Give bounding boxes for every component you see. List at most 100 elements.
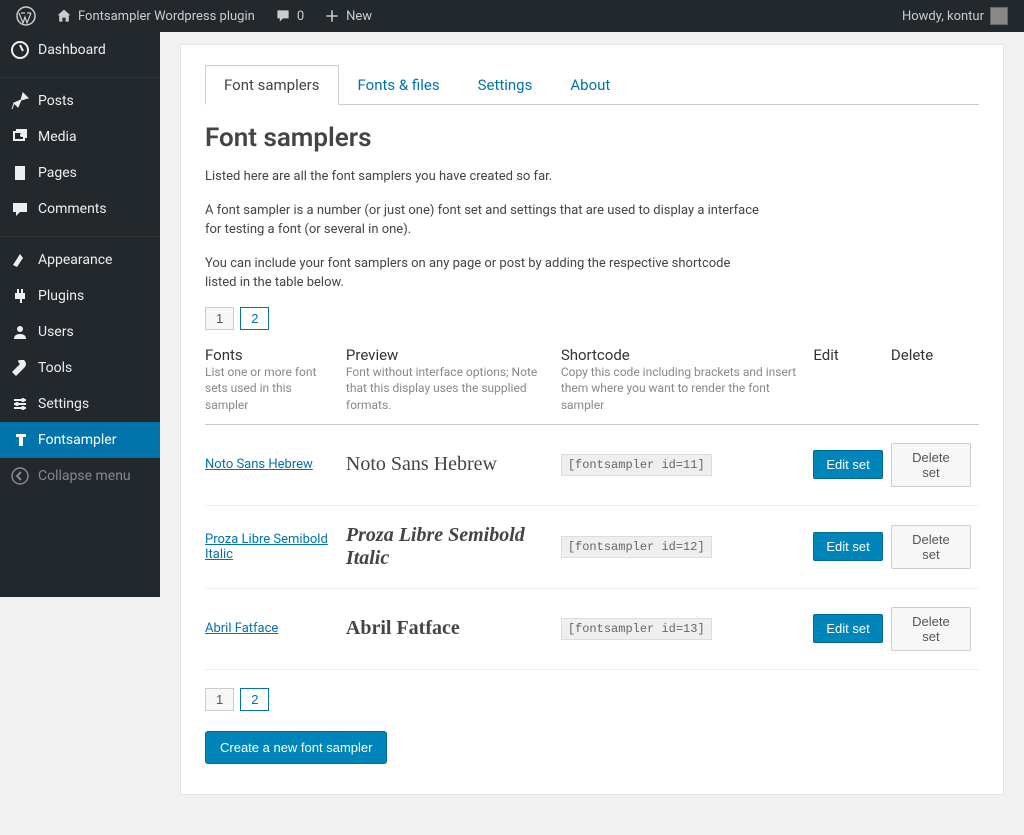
new-content-link[interactable]: New [316, 8, 380, 24]
edit-set-button[interactable]: Edit set [813, 450, 882, 479]
tab-about[interactable]: About [551, 65, 629, 105]
font-link[interactable]: Noto Sans Hebrew [205, 457, 313, 472]
table-row: Noto Sans Hebrew Noto Sans Hebrew [fonts… [205, 424, 979, 505]
sidebar-item-plugins[interactable]: Plugins [0, 278, 160, 314]
sidebar-item-pages[interactable]: Pages [0, 155, 160, 191]
pagination-bottom: 1 2 [205, 688, 979, 711]
sidebar-item-label: Settings [38, 396, 89, 412]
tab-font-samplers[interactable]: Font samplers [205, 65, 339, 105]
sidebar-item-tools[interactable]: Tools [0, 350, 160, 386]
tab-label: Settings [478, 76, 533, 94]
appearance-icon [10, 250, 30, 270]
sidebar-item-posts[interactable]: Posts [0, 83, 160, 119]
page-1-button[interactable]: 1 [205, 688, 234, 711]
table-row: Abril Fatface Abril Fatface [fontsampler… [205, 588, 979, 669]
delete-set-button[interactable]: Delete set [891, 443, 971, 487]
sidebar-separator [0, 232, 160, 237]
create-sampler-button[interactable]: Create a new font sampler [205, 731, 387, 764]
delete-set-button[interactable]: Delete set [891, 607, 971, 651]
preview-text: Noto Sans Hebrew [346, 453, 497, 475]
tab-fonts-files[interactable]: Fonts & files [339, 65, 459, 105]
comments-link[interactable]: 0 [267, 8, 312, 24]
th-title: Shortcode [561, 346, 806, 364]
media-icon [10, 127, 30, 147]
user-icon [10, 322, 30, 342]
col-header-fonts: Fonts List one or more font sets used in… [205, 340, 346, 425]
topbar-left: Fontsampler Wordpress plugin 0 New [8, 6, 380, 26]
sidebar-item-label: Media [38, 129, 77, 145]
page-title: Font samplers [205, 123, 979, 153]
page-icon [10, 163, 30, 183]
page-1-button[interactable]: 1 [205, 307, 234, 330]
edit-set-button[interactable]: Edit set [813, 614, 882, 643]
tab-label: Fonts & files [358, 76, 440, 94]
sidebar-item-settings[interactable]: Settings [0, 386, 160, 422]
shortcode-text[interactable]: [fontsampler id=13] [561, 618, 712, 640]
page-2-button[interactable]: 2 [240, 688, 269, 711]
site-title: Fontsampler Wordpress plugin [78, 9, 255, 24]
comment-icon [10, 199, 30, 219]
col-header-shortcode: Shortcode Copy this code including brack… [561, 340, 814, 425]
th-sub: Font without interface options; Note tha… [346, 364, 553, 414]
col-header-delete: Delete [891, 340, 979, 425]
wp-logo-menu[interactable] [8, 6, 44, 26]
sidebar-item-label: Dashboard [38, 42, 106, 58]
tab-label: About [570, 76, 610, 94]
howdy-text: Howdy, kontur [902, 9, 984, 24]
col-header-preview: Preview Font without interface options; … [346, 340, 561, 425]
sidebar-item-dashboard[interactable]: Dashboard [0, 32, 160, 68]
new-label: New [346, 9, 372, 24]
sidebar-item-label: Users [38, 324, 74, 340]
fontsampler-icon [10, 430, 30, 450]
col-header-edit: Edit [813, 340, 891, 425]
dashboard-icon [10, 40, 30, 60]
plus-icon [324, 8, 340, 24]
page-description-1: Listed here are all the font samplers yo… [205, 167, 765, 187]
sidebar-separator [0, 73, 160, 78]
th-sub: Copy this code including brackets and in… [561, 364, 806, 414]
home-icon [56, 8, 72, 24]
page-2-button[interactable]: 2 [240, 307, 269, 330]
delete-set-button[interactable]: Delete set [891, 525, 971, 569]
shortcode-text[interactable]: [fontsampler id=12] [561, 536, 712, 558]
th-title: Fonts [205, 346, 338, 364]
sidebar-item-users[interactable]: Users [0, 314, 160, 350]
sidebar-item-label: Plugins [38, 288, 84, 304]
collapse-icon [10, 466, 30, 486]
pin-icon [10, 91, 30, 111]
tab-bar: Font samplers Fonts & files Settings Abo… [205, 65, 979, 105]
pagination-top: 1 2 [205, 307, 979, 330]
account-link[interactable]: Howdy, kontur [894, 7, 1016, 25]
sidebar-item-fontsampler[interactable]: Fontsampler [0, 422, 160, 458]
sidebar-collapse[interactable]: Collapse menu [0, 458, 160, 494]
font-link[interactable]: Abril Fatface [205, 621, 278, 636]
sidebar-item-comments[interactable]: Comments [0, 191, 160, 227]
wordpress-icon [16, 6, 36, 26]
comment-icon [275, 8, 291, 24]
sidebar-item-appearance[interactable]: Appearance [0, 242, 160, 278]
preview-text: Proza Libre Semibold Italic [346, 524, 525, 569]
sidebar-item-media[interactable]: Media [0, 119, 160, 155]
avatar [990, 7, 1008, 25]
settings-icon [10, 394, 30, 414]
admin-sidebar: Dashboard Posts Media Pages Comments App… [0, 32, 160, 597]
content-panel: Font samplers Fonts & files Settings Abo… [180, 44, 1004, 795]
tab-label: Font samplers [224, 76, 320, 94]
plugin-icon [10, 286, 30, 306]
comments-count: 0 [297, 9, 304, 24]
sidebar-item-label: Fontsampler [38, 432, 116, 448]
tab-settings[interactable]: Settings [459, 65, 552, 105]
topbar-right: Howdy, kontur [894, 7, 1016, 25]
edit-set-button[interactable]: Edit set [813, 532, 882, 561]
sidebar-item-label: Tools [38, 360, 72, 376]
page-description-2: A font sampler is a number (or just one)… [205, 201, 765, 240]
admin-topbar: Fontsampler Wordpress plugin 0 New Howdy… [0, 0, 1024, 32]
sidebar-item-label: Appearance [38, 252, 112, 268]
site-home-link[interactable]: Fontsampler Wordpress plugin [48, 8, 263, 24]
sidebar-item-label: Collapse menu [38, 468, 131, 484]
th-sub: List one or more font sets used in this … [205, 364, 338, 414]
font-link[interactable]: Proza Libre Semibold Italic [205, 532, 328, 562]
preview-text: Abril Fatface [346, 617, 460, 639]
th-title: Delete [891, 346, 971, 364]
shortcode-text[interactable]: [fontsampler id=11] [561, 454, 712, 476]
